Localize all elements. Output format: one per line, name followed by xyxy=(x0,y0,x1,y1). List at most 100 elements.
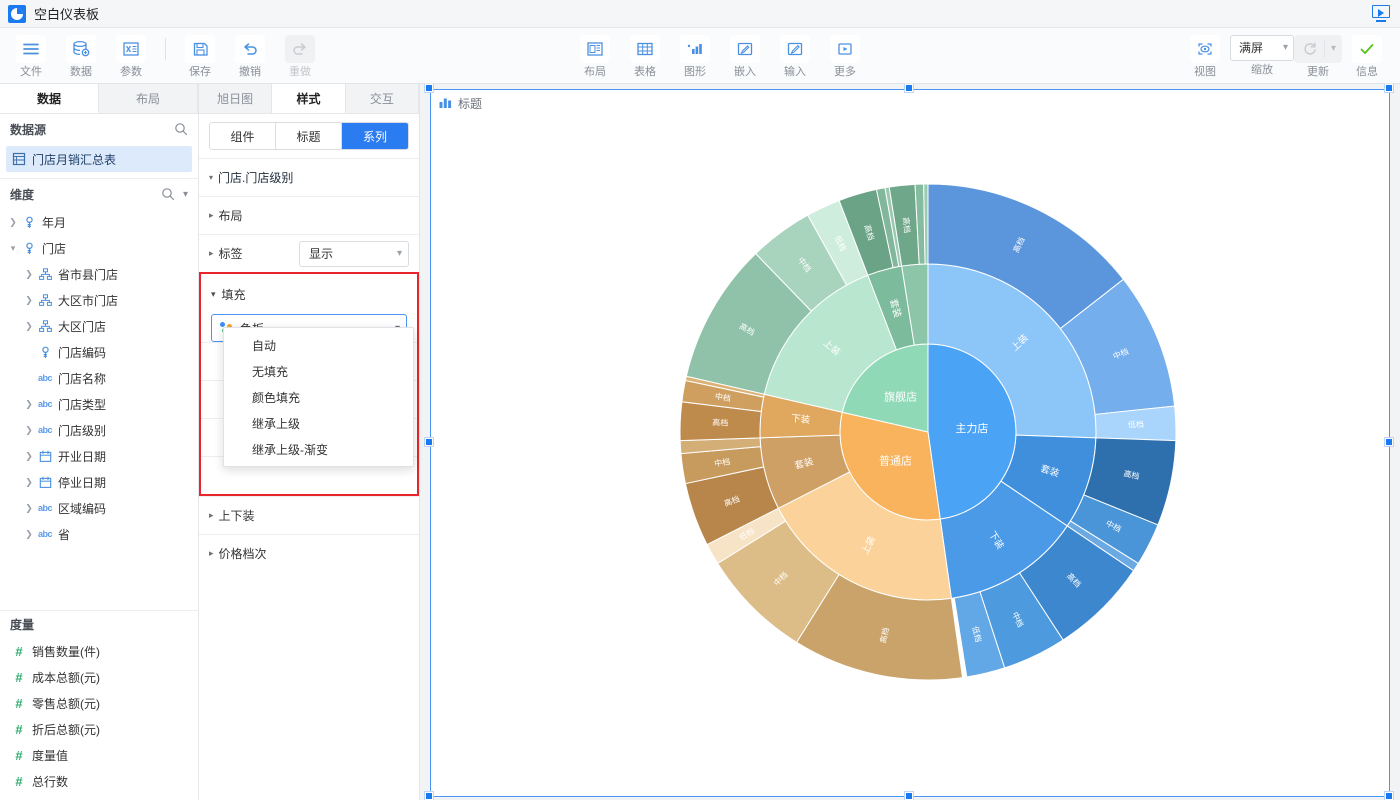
toolbar-button-table[interactable]: 表格 xyxy=(620,33,670,79)
dimension-tree-node[interactable]: ❯年月 xyxy=(0,209,198,235)
tab-style[interactable]: 样式 xyxy=(272,84,345,113)
toolbar-button-parameter[interactable]: 参数 xyxy=(106,33,156,79)
dimension-tree-node[interactable]: ❯abc门店类型 xyxy=(0,391,198,417)
zoom-select[interactable]: 满屏 ▾ xyxy=(1230,35,1294,61)
toolbar-button-file[interactable]: 文件 xyxy=(6,33,56,79)
sunburst-svg[interactable]: 主力店上装高档中档低档套装高档中档下装高档中档低档普通店上装高档中档低档套装高档… xyxy=(431,116,1389,796)
resize-handle-mid-left[interactable] xyxy=(425,438,433,446)
search-icon[interactable] xyxy=(174,122,188,136)
segment-title[interactable]: 标题 xyxy=(276,123,342,149)
toolbar-right-group: 视图 满屏 ▾ 缩放 ▾ 更新 xyxy=(1180,33,1392,79)
toolbar-center-group: 布局 表格 图形 嵌入 xyxy=(570,33,870,79)
chart-widget[interactable]: 标题 主力店上装高档中档低档套装高档中档下装高档中档低档普通店上装高档中档低档套… xyxy=(430,89,1390,797)
tab-layout[interactable]: 布局 xyxy=(99,84,198,113)
datasource-item-label: 门店月销汇总表 xyxy=(32,151,116,168)
more-play-icon xyxy=(830,35,860,63)
tab-data[interactable]: 数据 xyxy=(0,84,99,113)
dimensions-actions: ▾ xyxy=(161,187,188,201)
sunburst-chart[interactable]: 主力店上装高档中档低档套装高档中档下装高档中档低档普通店上装高档中档低档套装高档… xyxy=(431,116,1389,796)
toolbar-left-group: 文件 数据 参数 保存 xyxy=(0,33,325,79)
chevron-right-icon[interactable]: ❯ xyxy=(22,400,36,409)
tab-interaction[interactable]: 交互 xyxy=(346,84,419,113)
toolbar-button-data[interactable]: 数据 xyxy=(56,33,106,79)
chevron-down-icon[interactable]: ▾ xyxy=(1324,40,1342,58)
dimensions-header: 维度 ▾ xyxy=(0,179,198,209)
datasource-item[interactable]: 门店月销汇总表 xyxy=(6,146,192,172)
measure-item[interactable]: #总行数 xyxy=(0,768,198,794)
resize-handle-mid-right[interactable] xyxy=(1385,438,1393,446)
toolbar-button-more[interactable]: 更多 xyxy=(820,33,870,79)
chevron-right-icon[interactable]: ❯ xyxy=(22,426,36,435)
price-tier-row[interactable]: ▸ 价格档次 xyxy=(199,534,419,572)
resize-handle-bottom-center[interactable] xyxy=(905,792,913,800)
measure-item[interactable]: #成本总额(元) xyxy=(0,664,198,690)
dimension-tree-node[interactable]: ❯开业日期 xyxy=(0,443,198,469)
dimension-tree-node[interactable]: ❯省市县门店 xyxy=(0,261,198,287)
resize-handle-bottom-left[interactable] xyxy=(425,792,433,800)
chevron-right-icon[interactable]: ❯ xyxy=(22,452,36,461)
measure-item[interactable]: #零售总额(元) xyxy=(0,690,198,716)
dimension-tree-node[interactable]: 门店编码 xyxy=(0,339,198,365)
layout-row[interactable]: ▸ 布局 xyxy=(199,196,419,234)
chevron-right-icon[interactable]: ❯ xyxy=(22,322,36,331)
dimension-tree-node[interactable]: ❯停业日期 xyxy=(0,469,198,495)
chevron-right-icon[interactable]: ❯ xyxy=(22,296,36,305)
chevron-right-icon: ▸ xyxy=(209,248,214,259)
chevron-down-icon[interactable]: ▾ xyxy=(183,189,188,200)
embed-pencil-icon xyxy=(730,35,760,63)
toolbar-button-layout[interactable]: 布局 xyxy=(570,33,620,79)
dimension-tree-node[interactable]: ▾门店 xyxy=(0,235,198,261)
toolbar-button-save[interactable]: 保存 xyxy=(175,33,225,79)
fill-option[interactable]: 继承上级 xyxy=(224,410,413,436)
dimension-tree-node[interactable]: ❯ 大区门店 xyxy=(0,313,198,339)
segment-title-label: 标题 xyxy=(296,128,320,145)
chevron-right-icon[interactable]: ❯ xyxy=(6,218,20,227)
chevron-right-icon[interactable]: ❯ xyxy=(22,478,36,487)
dimension-tree-node[interactable]: ❯abc门店级别 xyxy=(0,417,198,443)
segment-series[interactable]: 系列 xyxy=(342,123,408,149)
dimension-node-label: 大区门店 xyxy=(58,318,106,335)
segment-component[interactable]: 组件 xyxy=(210,123,276,149)
fill-option[interactable]: 颜色填充 xyxy=(224,384,413,410)
chevron-right-icon[interactable]: ❯ xyxy=(22,530,36,539)
fill-option[interactable]: 无填充 xyxy=(224,358,413,384)
presentation-mode-icon[interactable] xyxy=(1370,4,1392,24)
measure-item-label: 总行数 xyxy=(32,773,68,790)
refresh-split-button[interactable]: ▾ xyxy=(1294,35,1342,63)
resize-handle-top-left[interactable] xyxy=(425,84,433,92)
label-row[interactable]: ▸ 标签 显示 ▾ xyxy=(199,234,419,272)
measure-item[interactable]: #销售数量(件) xyxy=(0,638,198,664)
toolbar-button-chart[interactable]: 图形 xyxy=(670,33,720,79)
toolbar-zoom-control[interactable]: 满屏 ▾ 缩放 xyxy=(1230,33,1294,77)
toolbar-button-info[interactable]: 信息 xyxy=(1342,33,1392,79)
tab-sunburst[interactable]: 旭日图 xyxy=(199,84,272,113)
resize-handle-bottom-right[interactable] xyxy=(1385,792,1393,800)
toolbar-button-input[interactable]: 输入 xyxy=(770,33,820,79)
search-icon[interactable] xyxy=(161,187,175,201)
resize-handle-top-center[interactable] xyxy=(905,84,913,92)
dimension-tree-node[interactable]: ❯大区市门店 xyxy=(0,287,198,313)
fill-option[interactable]: 自动 xyxy=(224,332,413,358)
measure-item[interactable]: #折后总额(元) xyxy=(0,716,198,742)
toolbar-button-embed[interactable]: 嵌入 xyxy=(720,33,770,79)
measure-item[interactable]: #度量值 xyxy=(0,742,198,768)
toolbar-refresh-control[interactable]: ▾ 更新 xyxy=(1294,33,1342,79)
bar-chart-icon xyxy=(439,97,452,109)
chevron-right-icon[interactable]: ❯ xyxy=(22,504,36,513)
dimension-tree-node[interactable]: ❯abc区域编码 xyxy=(0,495,198,521)
fill-option[interactable]: 继承上级-渐变 xyxy=(224,436,413,462)
series-field-label: 门店.门店级别 xyxy=(218,169,293,186)
toolbar-button-view[interactable]: 视图 xyxy=(1180,33,1230,79)
dimension-tree-node[interactable]: ❯abc省 xyxy=(0,521,198,547)
toolbar-button-undo[interactable]: 撤销 xyxy=(225,33,275,79)
series-field-row[interactable]: ▾ 门店.门店级别 xyxy=(199,158,419,196)
top-bottom-wear-row[interactable]: ▸ 上下装 xyxy=(199,496,419,534)
resize-handle-top-right[interactable] xyxy=(1385,84,1393,92)
chevron-down-icon[interactable]: ▾ xyxy=(6,244,20,253)
toolbar-button-redo[interactable]: 重做 xyxy=(275,33,325,79)
toolbar-label-info: 信息 xyxy=(1356,66,1378,79)
chevron-right-icon[interactable]: ❯ xyxy=(22,270,36,279)
label-display-select[interactable]: 显示 ▾ xyxy=(299,241,409,267)
fill-section-header[interactable]: ▾ 填充 xyxy=(201,274,417,314)
dimension-tree-node[interactable]: abc门店名称 xyxy=(0,365,198,391)
